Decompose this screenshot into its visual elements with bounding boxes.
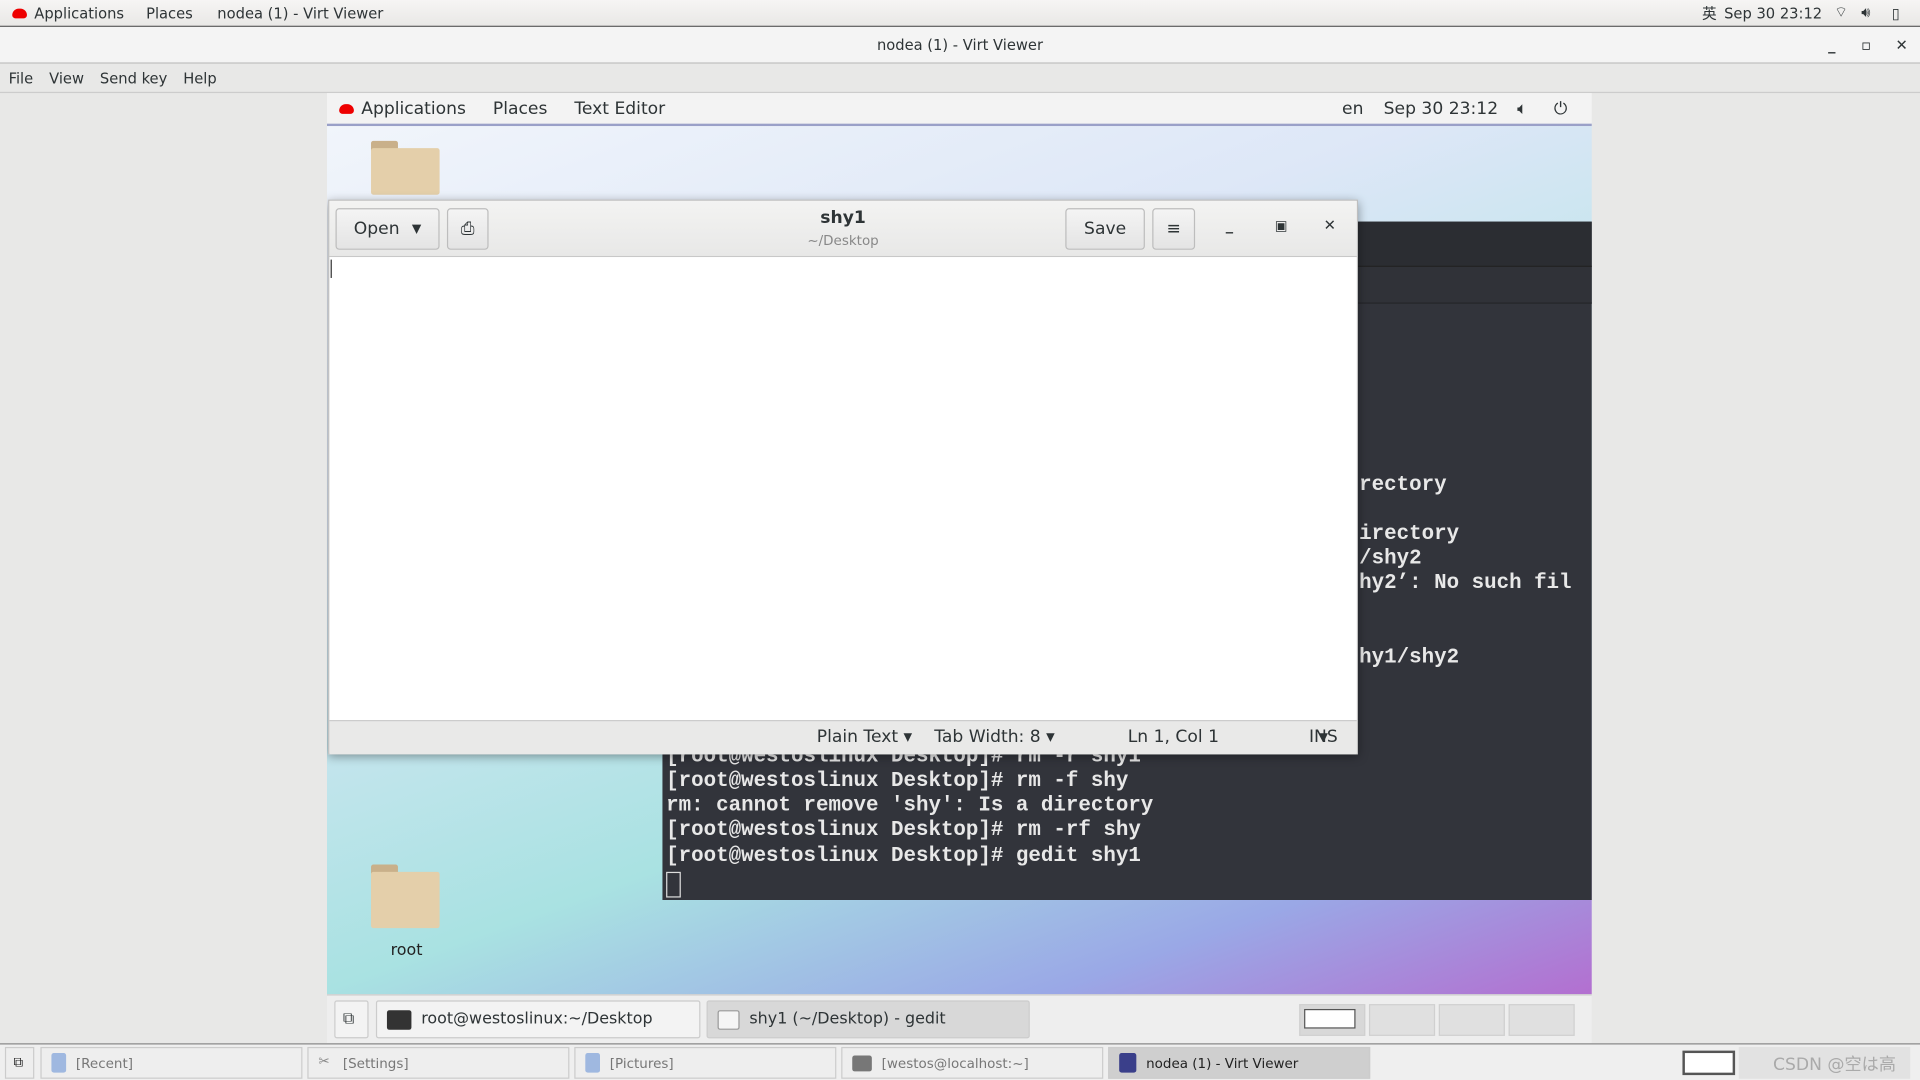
show-desktop-button[interactable]: ⧉ [334, 1000, 369, 1039]
text-cursor [330, 259, 332, 278]
battery-icon[interactable]: ▯ [1892, 4, 1900, 21]
menu-file[interactable]: File [9, 69, 34, 86]
menu-send-key[interactable]: Send key [100, 69, 167, 86]
host-clock[interactable]: Sep 30 23:12 [1724, 4, 1822, 21]
terminal-icon [852, 1054, 872, 1071]
host-taskbar: ⧉ [Recent] ✂ [Settings] [Pictures] [westo… [0, 1043, 1920, 1080]
insert-mode[interactable]: INS [1309, 727, 1338, 747]
maximize-button[interactable]: ▫ [1861, 27, 1871, 64]
gedit-statusbar: Plain Text ▾ Tab Width: 8 ▾ Ln 1, Col 1 ▾… [329, 720, 1357, 755]
workspace-1[interactable] [1299, 1004, 1366, 1036]
tab-width-selector[interactable]: Tab Width: 8 ▾ [934, 727, 1054, 747]
wifi-icon[interactable]: ⌔ [1834, 4, 1848, 22]
window-title: nodea (1) - Virt Viewer [876, 36, 1044, 54]
host-task-terminal[interactable]: [westos@localhost:~] [841, 1046, 1104, 1079]
vm-display[interactable]: Applications Places Text Editor en Sep 3… [326, 93, 1592, 1044]
task-gedit[interactable]: shy1 (~/Desktop) - gedit [706, 1000, 1030, 1039]
monitor-icon [1119, 1053, 1137, 1073]
workspace-4[interactable] [1508, 1004, 1575, 1036]
root-folder-label: root [390, 941, 423, 961]
terminal-icon [386, 1009, 412, 1030]
terminal-line: rm: cannot remove 'shy': Is a directory [666, 794, 1154, 818]
settings-icon: ✂ [318, 1053, 330, 1069]
vm-text-editor-menu[interactable]: Text Editor [574, 99, 665, 119]
terminal-cursor [666, 871, 681, 898]
document-title: shy1 [820, 208, 866, 228]
home-folder-icon[interactable] [371, 140, 440, 195]
host-places-menu[interactable]: Places [146, 4, 193, 21]
save-button[interactable]: Save [1065, 208, 1145, 250]
workspace-3[interactable] [1438, 1004, 1505, 1036]
host-workspace-1[interactable] [1682, 1050, 1736, 1076]
host-task-recent[interactable]: [Recent] [40, 1046, 303, 1079]
folder-icon [585, 1053, 601, 1073]
watermark: CSDN @空は高 [1773, 1055, 1896, 1076]
redhat-icon [12, 7, 27, 18]
window-titlebar: nodea (1) - Virt Viewer _ ▫ ✕ [0, 26, 1920, 64]
minimize-button[interactable]: _ [1828, 27, 1835, 64]
terminal-line: [root@westoslinux Desktop]# gedit shy1 [666, 844, 1141, 869]
terminal-fragment: hy2’: No such fil [1359, 571, 1572, 596]
gedit-maximize-button[interactable]: ▣ [1275, 218, 1288, 234]
folder-icon [51, 1053, 67, 1073]
host-task-settings[interactable]: ✂ [Settings] [307, 1046, 570, 1079]
terminal-line: [root@westoslinux Desktop]# rm -rf shy [666, 819, 1141, 843]
language-selector[interactable]: Plain Text ▾ [817, 727, 912, 747]
host-applications-menu[interactable]: Applications [12, 4, 124, 21]
gedit-headerbar: Open ▼ ⎙ shy1 ~/Desktop Save ≡ _ ▣ ✕ [329, 200, 1357, 258]
cursor-position[interactable]: Ln 1, Col 1 ▾ [1128, 727, 1328, 747]
close-button[interactable]: ✕ [1896, 27, 1908, 64]
text-editor-area[interactable] [329, 257, 1357, 721]
host-top-bar: Applications Places nodea (1) - Virt Vie… [0, 0, 1920, 27]
host-task-pictures[interactable]: [Pictures] [574, 1046, 837, 1079]
vm-lang[interactable]: en [1342, 99, 1363, 119]
vm-clock[interactable]: Sep 30 23:12 [1384, 99, 1498, 119]
terminal-fragment: hy1/shy2 [1359, 646, 1460, 670]
document-path: ~/Desktop [807, 232, 879, 249]
gedit-minimize-button[interactable]: _ [1226, 217, 1233, 234]
vm-top-bar: Applications Places Text Editor en Sep 3… [326, 93, 1592, 127]
ime-indicator[interactable]: 英 [1702, 2, 1717, 23]
menu-view[interactable]: View [49, 69, 84, 86]
vm-places-menu[interactable]: Places [493, 99, 548, 119]
gedit-window[interactable]: Open ▼ ⎙ shy1 ~/Desktop Save ≡ _ ▣ ✕ Plai… [328, 199, 1358, 755]
host-task-virt-viewer[interactable]: nodea (1) - Virt Viewer [1108, 1046, 1371, 1079]
hamburger-menu-icon[interactable]: ≡ [1152, 208, 1196, 250]
task-terminal[interactable]: root@westoslinux:~/Desktop [375, 1000, 701, 1039]
power-icon[interactable]: ⏻ [1554, 99, 1568, 119]
workspace-2[interactable] [1368, 1004, 1436, 1036]
menu-bar: File View Send key Help [0, 63, 1920, 94]
gedit-close-button[interactable]: ✕ [1324, 217, 1336, 234]
menu-help[interactable]: Help [183, 69, 217, 86]
terminal-fragment: /shy2 [1359, 547, 1422, 571]
vm-applications-menu[interactable]: Applications [339, 99, 466, 118]
terminal-line: [root@westoslinux Desktop]# rm -f shy [666, 770, 1129, 794]
terminal-fragment: rectory [1359, 473, 1447, 498]
root-folder-icon[interactable] [371, 864, 440, 929]
muted-volume-icon[interactable]: 🔈︎ [1517, 99, 1527, 119]
text-editor-icon [717, 1009, 740, 1030]
terminal-fragment: irectory [1359, 522, 1460, 547]
host-show-desktop-button[interactable]: ⧉ [4, 1046, 35, 1079]
host-window-menu[interactable]: nodea (1) - Virt Viewer [217, 4, 383, 21]
redhat-icon [339, 103, 354, 114]
vm-taskbar: ⧉ root@westoslinux:~/Desktop shy1 (~/Des… [326, 994, 1592, 1044]
volume-icon[interactable]: 🔊︎ [1861, 4, 1870, 22]
